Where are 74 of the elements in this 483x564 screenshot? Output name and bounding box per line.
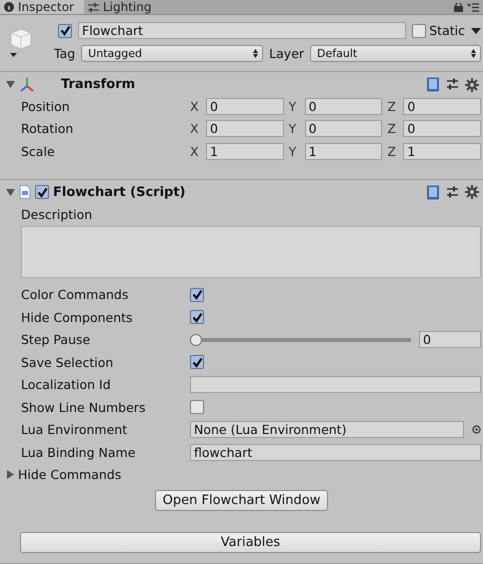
dropdown-arrow-icon[interactable]	[471, 28, 481, 34]
property-label: Lua Binding Name	[21, 444, 136, 460]
property-label: Show Line Numbers	[21, 400, 146, 415]
sliders-icon	[88, 2, 99, 12]
foldout-arrow-icon[interactable]	[6, 80, 15, 89]
number-field[interactable]: 0	[403, 120, 482, 138]
static-label: Static	[429, 23, 465, 38]
number-field[interactable]: 0	[206, 98, 284, 115]
property-label: Step Pause	[21, 332, 92, 348]
help-book-icon[interactable]	[426, 77, 440, 92]
axis-label: Y	[288, 98, 298, 114]
static-checkbox[interactable]	[412, 24, 426, 38]
checkbox[interactable]	[190, 310, 204, 324]
foldout-arrow-icon[interactable]	[6, 470, 15, 480]
property-label: Save Selection	[21, 354, 114, 370]
number-field[interactable]: 1	[206, 142, 284, 160]
property-label: Rotation	[21, 121, 74, 136]
sliders-icon[interactable]	[446, 186, 459, 198]
axis-label: Z	[387, 144, 397, 159]
info-icon	[4, 2, 14, 12]
help-book-icon[interactable]	[426, 184, 440, 200]
variables-button[interactable]: Variables	[20, 532, 481, 553]
layer-label: Layer	[269, 46, 304, 61]
axis-label: X	[190, 98, 200, 114]
number-field[interactable]: 0	[206, 120, 284, 138]
number-field[interactable]: 1	[403, 142, 482, 160]
foldout-label[interactable]: Hide Commands	[18, 467, 122, 482]
number-field[interactable]: 0	[419, 331, 481, 348]
open-window-button[interactable]: Open Flowchart Window	[154, 490, 328, 511]
axis-label: X	[190, 121, 200, 136]
axis-label: Y	[288, 144, 298, 159]
description-field[interactable]	[21, 226, 481, 278]
slider-thumb[interactable]	[190, 334, 202, 346]
property-label: Hide Components	[21, 310, 134, 325]
axis-label: Z	[387, 121, 397, 136]
dropdown-arrow-icon	[253, 49, 258, 58]
component-title: Flowchart (Script)	[53, 184, 186, 200]
layer-dropdown[interactable]: Default	[310, 45, 481, 62]
gear-icon[interactable]	[465, 78, 479, 92]
menu-icon[interactable]	[467, 2, 479, 12]
component-title: Transform	[61, 77, 136, 92]
number-field[interactable]: 1	[304, 142, 382, 160]
number-field[interactable]: 0	[304, 98, 382, 115]
dropdown-arrow-icon	[471, 49, 476, 58]
property-label: Localization Id	[21, 377, 112, 392]
tag-dropdown[interactable]: Untagged	[81, 45, 264, 62]
property-label: Position	[21, 98, 71, 114]
axis-icon	[19, 76, 35, 92]
axis-label: X	[190, 144, 200, 159]
checkbox[interactable]	[190, 400, 204, 414]
enabled-checkbox[interactable]	[35, 185, 49, 199]
checkbox[interactable]	[190, 288, 204, 302]
checkbox[interactable]	[190, 355, 204, 370]
active-checkbox[interactable]	[58, 24, 72, 38]
axis-label: Z	[387, 98, 397, 114]
property-label: Lua Environment	[21, 422, 128, 438]
tag-label: Tag	[54, 46, 76, 61]
property-label: Color Commands	[21, 287, 130, 302]
name-field[interactable]: Flowchart	[78, 22, 406, 39]
sliders-icon[interactable]	[446, 78, 459, 91]
foldout-arrow-icon[interactable]	[6, 188, 15, 196]
script-file-icon	[19, 185, 31, 199]
gear-icon[interactable]	[465, 185, 479, 199]
number-field[interactable]: 0	[403, 98, 482, 115]
property-label: Scale	[21, 144, 56, 159]
text-field[interactable]	[190, 376, 481, 394]
target-icon[interactable]	[472, 425, 481, 434]
text-field[interactable]: flowchart	[190, 444, 481, 461]
description-label: Description	[21, 206, 92, 222]
axis-label: Y	[288, 121, 298, 136]
tab[interactable]: Inspector	[0, 0, 84, 14]
number-field[interactable]: 0	[304, 120, 382, 138]
lock-icon[interactable]	[454, 2, 463, 12]
object-field[interactable]: None (Lua Environment)	[190, 421, 464, 438]
